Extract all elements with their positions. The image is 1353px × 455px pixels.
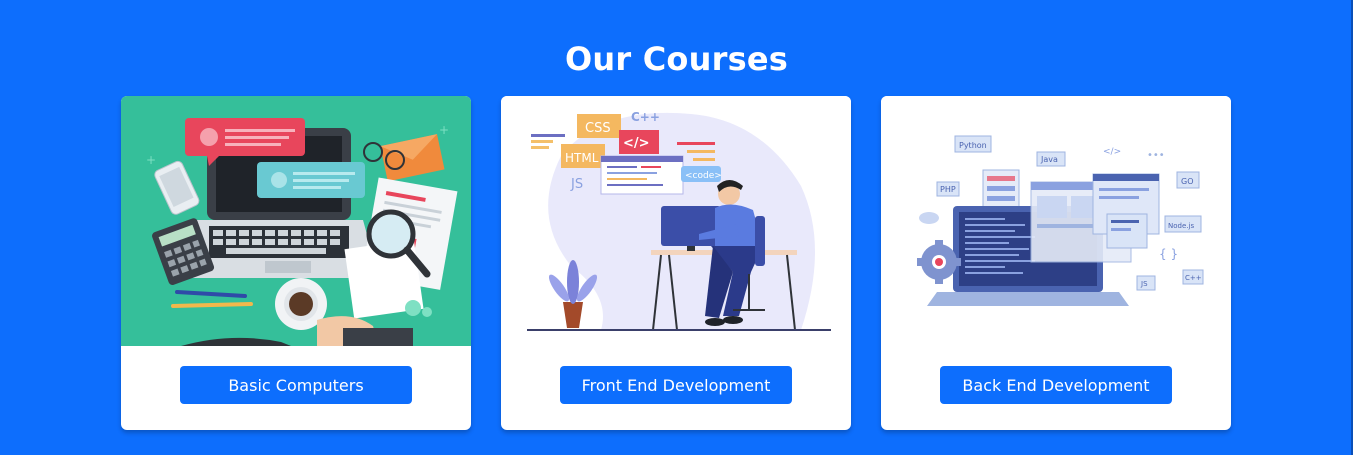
tag-css: CSS	[585, 121, 611, 136]
backend-laptop-icon: Python Java </> ••• PHP GO Node.js { } C…	[881, 96, 1231, 346]
front-end-development-button[interactable]: Front End Development	[560, 366, 792, 404]
laptop-desk-icon: + +	[121, 96, 471, 346]
tag-js: JS	[1140, 280, 1148, 288]
tag-php: PHP	[940, 185, 956, 194]
tag-cplusplus: C++	[631, 110, 660, 124]
tag-nodejs: Node.js	[1168, 222, 1194, 230]
tag-angle-brackets: </>	[1103, 147, 1121, 157]
tag-js: JS	[570, 177, 583, 192]
tag-braces: { }	[1159, 247, 1178, 261]
tag-java: Java	[1040, 155, 1058, 164]
course-card-basic-computers[interactable]: + + Basic Computers	[121, 96, 471, 430]
developer-at-desk-icon: CSS C++ </> HTML JS <code>	[501, 96, 851, 346]
course-card-front-end[interactable]: CSS C++ </> HTML JS <code> Front End Dev…	[501, 96, 851, 430]
tag-code-symbol: </>	[623, 136, 650, 151]
tag-html: HTML	[565, 151, 599, 165]
course-card-back-end[interactable]: Python Java </> ••• PHP GO Node.js { } C…	[881, 96, 1231, 430]
svg-text:+: +	[439, 123, 449, 137]
tag-code-bubble: <code>	[685, 171, 722, 181]
back-end-development-button[interactable]: Back End Development	[940, 366, 1172, 404]
basic-computers-button[interactable]: Basic Computers	[180, 366, 412, 404]
tag-cplusplus: C++	[1185, 274, 1202, 282]
dots-icon: •••	[1147, 150, 1165, 161]
tag-python: Python	[959, 141, 987, 150]
svg-text:+: +	[146, 153, 156, 167]
tag-go: GO	[1181, 177, 1194, 186]
section-title: Our Courses	[565, 40, 788, 78]
